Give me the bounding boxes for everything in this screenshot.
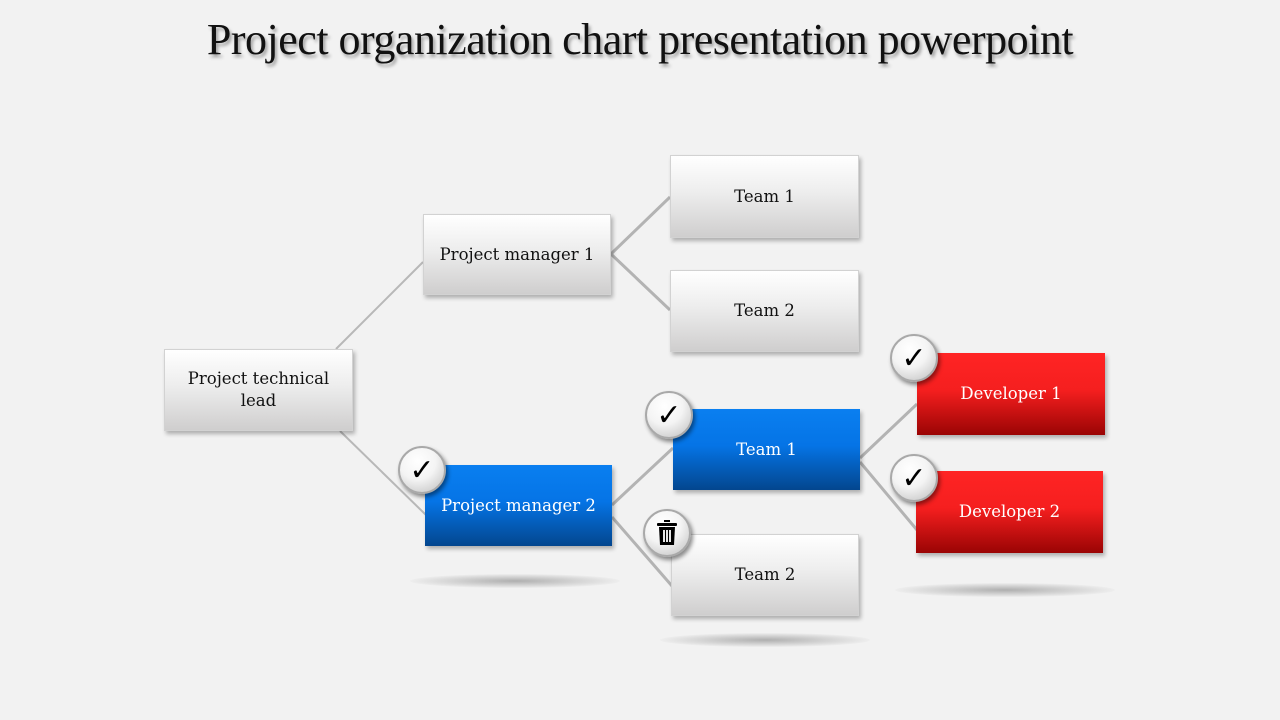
floor-shadow	[895, 583, 1115, 597]
node-label: Project manager 1	[439, 244, 595, 264]
edge-pm2-team1	[610, 446, 675, 507]
check-glyph: ✓	[409, 452, 435, 488]
node-label: Project technical lead	[187, 369, 330, 410]
node-label: Developer 2	[958, 502, 1061, 521]
edge-pm1-team2	[609, 252, 672, 312]
node-label: Team 1	[736, 439, 797, 459]
check-icon[interactable]: ✓	[890, 454, 938, 502]
check-icon[interactable]: ✓	[398, 446, 446, 494]
node-developer-1[interactable]: Developer 1	[917, 353, 1105, 435]
check-glyph: ✓	[901, 340, 927, 376]
node-project-technical-lead[interactable]: Project technical lead	[164, 349, 353, 431]
check-glyph: ✓	[656, 397, 682, 433]
node-label: Developer 1	[960, 384, 1062, 403]
edge-pm1-team1	[609, 195, 672, 256]
check-glyph: ✓	[901, 460, 927, 496]
node-project-manager-1[interactable]: Project manager 1	[423, 214, 611, 295]
node-pm2-team-2[interactable]: Team 2	[671, 534, 859, 616]
trash-glyph	[657, 520, 677, 545]
node-label: Team 1	[734, 186, 795, 206]
node-label: Team 2	[734, 565, 796, 584]
edge-team1-dev1	[858, 402, 919, 460]
floor-shadow	[660, 633, 870, 647]
check-icon[interactable]: ✓	[890, 334, 938, 382]
edge-lead-pm1	[335, 261, 424, 350]
node-label: Team 2	[734, 301, 795, 320]
node-pm2-team-1[interactable]: Team 1	[673, 409, 860, 490]
node-label: Project manager 2	[441, 495, 596, 515]
node-project-manager-2[interactable]: Project manager 2	[425, 465, 612, 546]
node-pm1-team-2[interactable]: Team 2	[670, 270, 859, 352]
trash-icon[interactable]	[643, 509, 691, 557]
node-developer-2[interactable]: Developer 2	[916, 471, 1103, 553]
node-pm1-team-1[interactable]: Team 1	[670, 155, 859, 238]
check-icon[interactable]: ✓	[645, 391, 693, 439]
floor-shadow	[410, 574, 620, 588]
